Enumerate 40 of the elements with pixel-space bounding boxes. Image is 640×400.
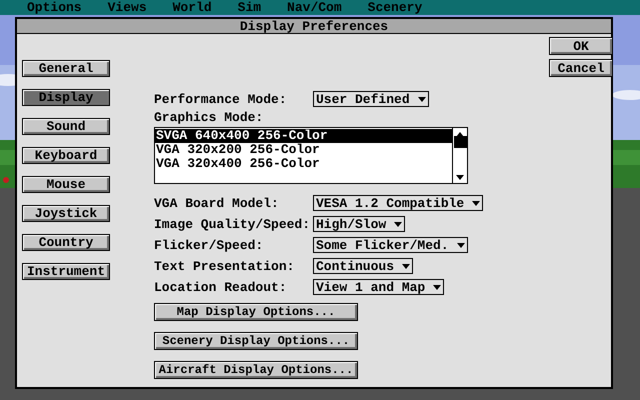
field-label: Graphics Mode: — [154, 111, 264, 124]
category-button[interactable]: Display — [22, 89, 110, 106]
dropdown[interactable]: User Defined — [313, 91, 429, 107]
dropdown[interactable]: Continuous — [313, 258, 414, 274]
dropdown[interactable]: View 1 and Map — [313, 279, 444, 295]
caret-icon — [402, 264, 410, 268]
caret-icon — [472, 200, 480, 206]
field-label: Flicker/Speed: — [154, 238, 264, 252]
dialog-button[interactable]: Cancel — [549, 59, 613, 77]
options-button[interactable]: Map Display Options... — [154, 303, 358, 321]
field-label: Image Quality/Speed: — [154, 218, 312, 230]
category-button[interactable]: Joystick — [22, 205, 110, 222]
options-button[interactable]: Aircraft Display Options... — [154, 361, 358, 379]
window-title: Display Preferences — [240, 20, 388, 32]
category-button[interactable]: Instrument — [22, 263, 110, 280]
caret-icon — [433, 284, 442, 290]
caret-icon — [418, 96, 426, 102]
scroll-down-icon[interactable] — [456, 175, 464, 180]
scroll-thumb[interactable] — [454, 136, 466, 148]
list-item[interactable]: SVGA 640x400 256-Color — [155, 129, 452, 143]
category-button[interactable]: Mouse — [22, 176, 110, 193]
field-label: Location Readout: — [154, 280, 288, 294]
graphics-mode-list[interactable]: SVGA 640x400 256-Color VGA 320x200 256-Color VGA 320x400 256-Color — [154, 127, 468, 184]
list-item[interactable]: VGA 320x400 256-Color — [155, 157, 452, 171]
dropdown[interactable]: High/Slow — [313, 216, 406, 232]
dropdown[interactable]: VESA 1.2 Compatible — [313, 195, 484, 211]
field-label: VGA Board Model: — [154, 196, 280, 210]
list-item[interactable]: VGA 320x200 256-Color — [155, 143, 452, 157]
caret-icon — [456, 242, 465, 248]
category-button[interactable]: Keyboard — [22, 147, 110, 164]
field-label: Performance Mode: — [154, 92, 288, 106]
caret-icon — [394, 222, 402, 226]
category-button[interactable]: Sound — [22, 118, 110, 135]
dropdown[interactable]: Some Flicker/Med. — [313, 237, 468, 253]
options-button[interactable]: Scenery Display Options... — [154, 332, 358, 350]
field-label: Text Presentation: — [154, 260, 296, 272]
scrollbar[interactable] — [452, 128, 467, 183]
category-button[interactable]: Country — [22, 234, 110, 251]
category-button[interactable]: General — [22, 60, 110, 77]
dialog-button[interactable]: OK — [549, 37, 613, 55]
